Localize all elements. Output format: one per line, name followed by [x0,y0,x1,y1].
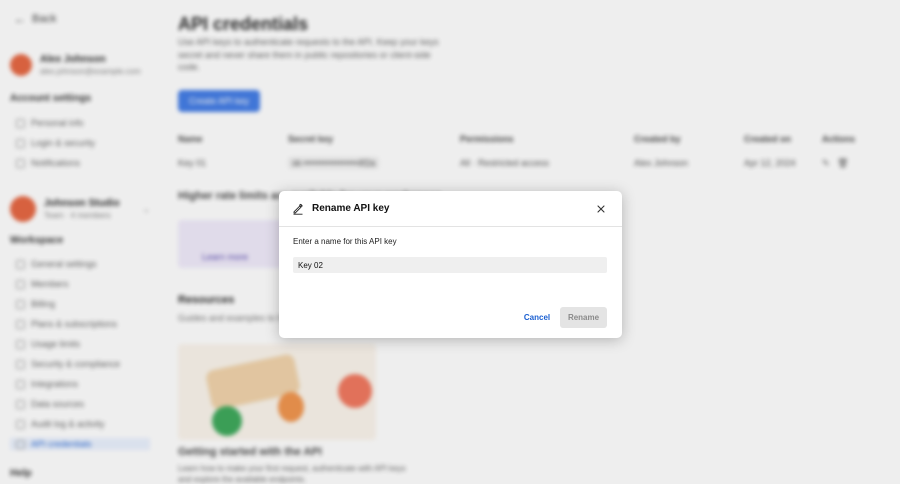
dialog-title: Rename API key [312,203,390,214]
rename-button[interactable]: Rename [560,307,607,328]
close-icon [597,204,605,213]
cancel-button[interactable]: Cancel [517,306,557,328]
api-key-name-input[interactable] [293,257,607,273]
dialog-header: Rename API key [279,191,622,227]
name-field-label: Enter a name for this API key [293,237,397,246]
close-button[interactable] [593,201,609,217]
rename-api-key-dialog: Rename API key Enter a name for this API… [279,191,622,338]
edit-icon [292,203,304,215]
